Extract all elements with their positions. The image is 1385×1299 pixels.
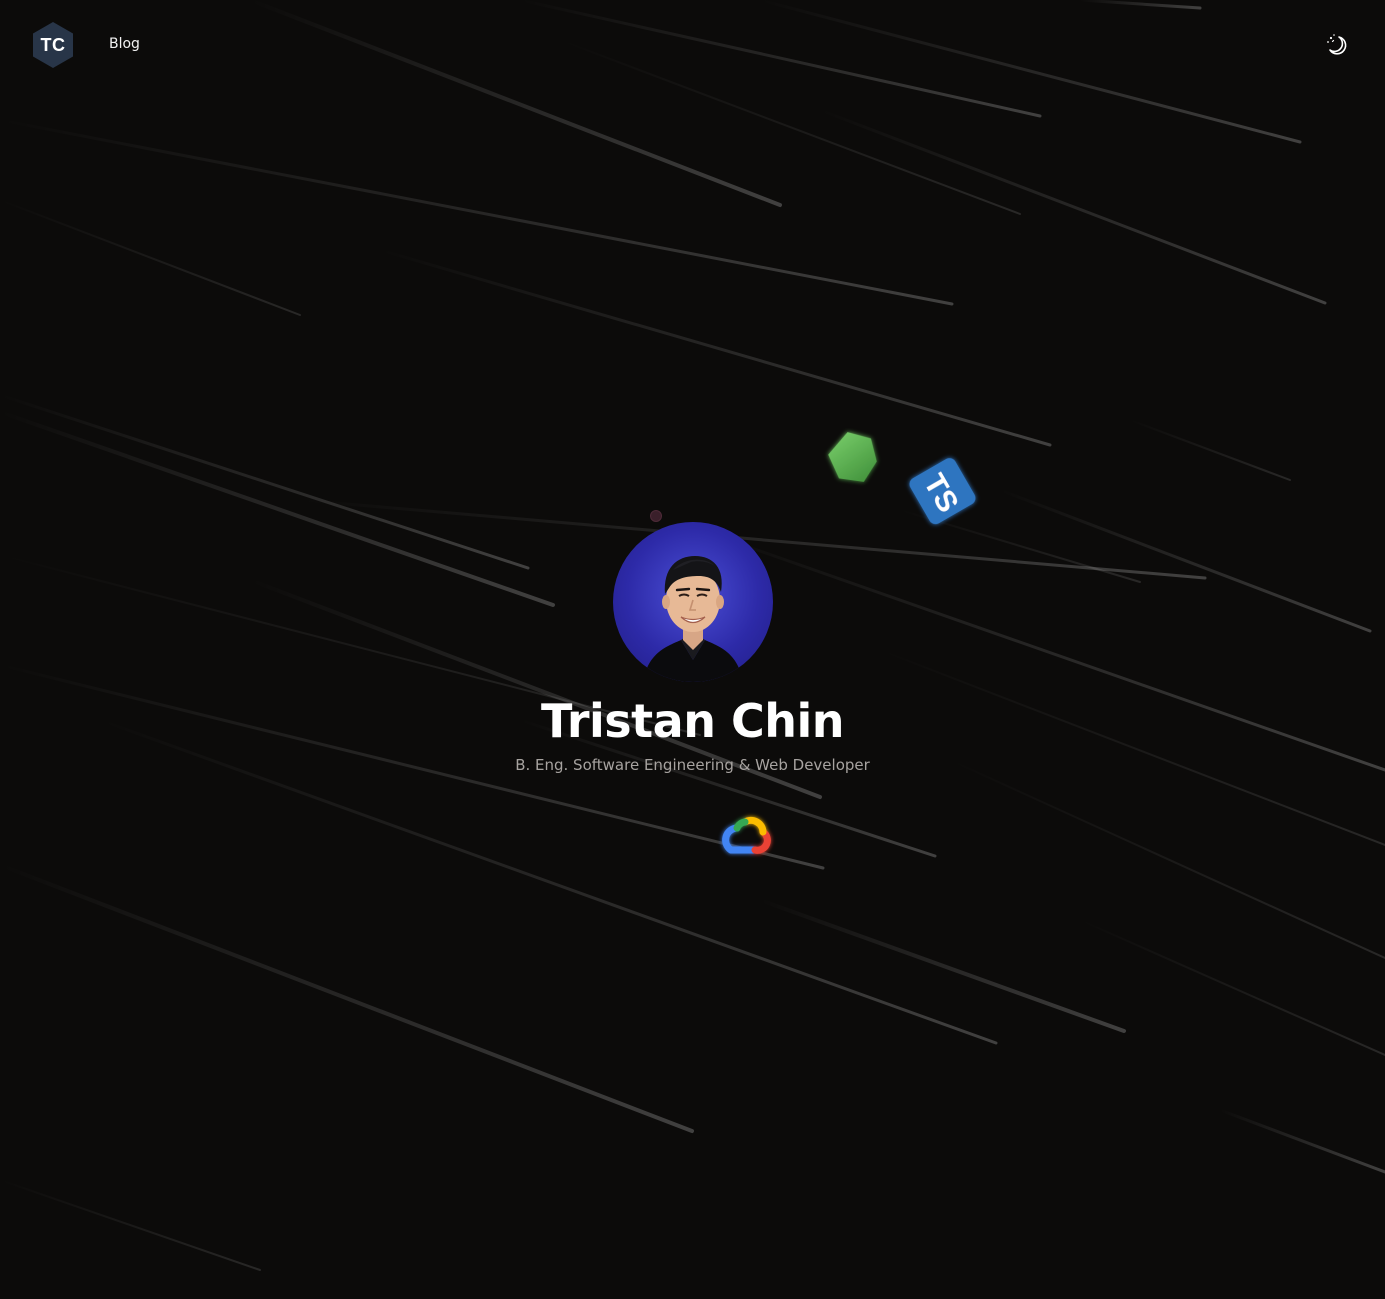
- logo[interactable]: TC: [31, 21, 75, 69]
- nav-link-blog[interactable]: Blog: [109, 36, 140, 52]
- profile-avatar: [613, 522, 773, 682]
- logo-text: TC: [40, 35, 66, 55]
- hero-subtitle: B. Eng. Software Engineering & Web Devel…: [515, 756, 870, 774]
- moon-stars-icon: [1327, 34, 1347, 55]
- page: TC Blog TS Tristan Chin B. Eng. Software…: [0, 0, 1385, 1299]
- theme-toggle-button[interactable]: [1324, 32, 1350, 58]
- dot-icon: [649, 508, 663, 522]
- green-gem-icon: [822, 428, 882, 488]
- typescript-icon: TS: [902, 452, 984, 532]
- profile-photo: [643, 556, 743, 682]
- hero-name: Tristan Chin: [541, 694, 844, 748]
- google-cloud-icon: [715, 808, 781, 868]
